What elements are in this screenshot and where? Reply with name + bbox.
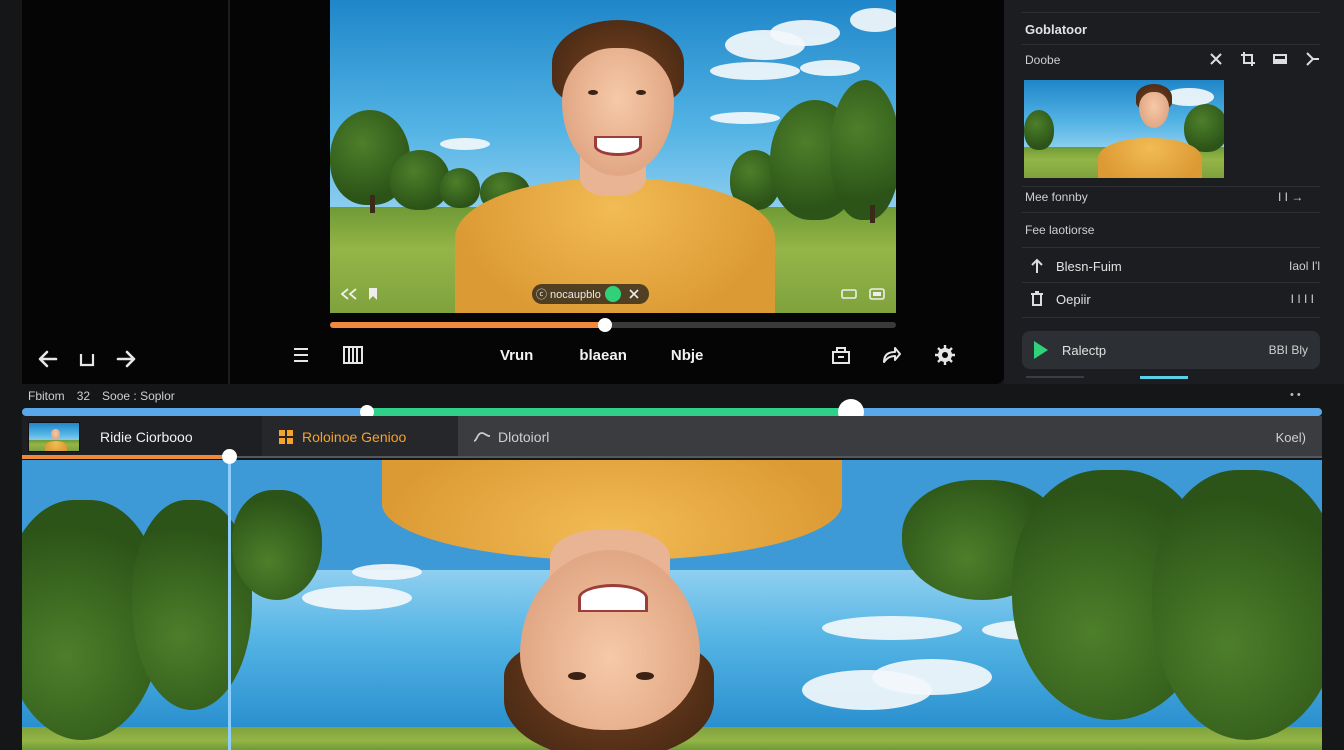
timeline-meta-3: Sooe : Soplor	[102, 389, 175, 403]
caption-toggle[interactable]: ⓒ nocaupblo	[532, 284, 649, 304]
clip-track-thumbnail	[28, 422, 80, 452]
timeline-meta-1: Fbitom	[28, 389, 65, 403]
section-1-label: Mee fonnby	[1025, 190, 1088, 204]
timeline-corner-value: • •	[1290, 389, 1301, 401]
left-empty-pane	[22, 0, 230, 384]
toolbar-label-2[interactable]: blaean	[579, 347, 627, 364]
panel-separator	[1022, 247, 1320, 248]
panel-item-2-label: Oepiir	[1056, 291, 1091, 307]
playhead-handle[interactable]	[222, 449, 237, 464]
close-x-icon[interactable]	[1208, 51, 1224, 67]
panel-item-1[interactable]: Blesn-Fuim Iaol I'l	[1030, 256, 1320, 276]
effect-segment-label: Roloinoe Genioo	[302, 429, 407, 445]
list-icon[interactable]	[288, 342, 314, 368]
timeline-playhead[interactable]	[228, 456, 231, 750]
clip-progress-underline	[22, 455, 230, 459]
panel-row-label: Doobe	[1025, 53, 1061, 67]
panel-item-2[interactable]: Oepiir I I I I	[1030, 289, 1314, 309]
square-bracket-icon[interactable]	[74, 346, 100, 372]
curve-icon	[472, 429, 492, 445]
gear-icon[interactable]	[932, 342, 958, 368]
minimize-icon[interactable]	[840, 285, 858, 303]
panel-header-actions	[1208, 51, 1320, 67]
timeline-selection[interactable]	[366, 408, 852, 416]
timeline-baseline	[230, 456, 1322, 458]
more-icon[interactable]	[625, 285, 643, 303]
panel-item-1-value: Iaol I'l	[1289, 259, 1320, 273]
panel-separator	[1022, 317, 1320, 318]
scroll-thumb[interactable]	[1140, 376, 1188, 379]
clip-thumbnail[interactable]	[1024, 80, 1224, 178]
viewer-toolbar: Vrun blaean Nbje	[288, 340, 958, 370]
toolbar-label-3[interactable]: Nbje	[671, 347, 704, 364]
playback-progress-bar[interactable]	[330, 318, 896, 332]
clip-name: Ridie Ciorbooo	[100, 429, 193, 445]
caption-text: ⓒ nocaupblo	[536, 289, 601, 301]
crop-icon[interactable]	[1240, 51, 1256, 67]
video-preview-frame[interactable]	[330, 0, 896, 313]
arrow-left-icon[interactable]	[34, 346, 60, 372]
expand-icon[interactable]	[1304, 51, 1320, 67]
film-icon[interactable]	[340, 342, 366, 368]
timeline-track-bar: Ridie Ciorbooo Roloinoe Genioo Dlotoiorl…	[22, 416, 1322, 458]
bookmark-icon[interactable]	[364, 285, 382, 303]
transition-segment-value: Koel)	[1275, 429, 1306, 445]
render-button[interactable]: Ralectp BBI Bly	[1022, 331, 1320, 369]
timeline-range-track[interactable]	[22, 399, 1322, 425]
left-transport-controls	[34, 346, 140, 372]
arrow-right-icon[interactable]	[114, 346, 140, 372]
render-value: BBI Bly	[1268, 343, 1308, 357]
scroll-indicator	[1026, 376, 1084, 378]
flipped-video-preview[interactable]	[22, 460, 1322, 750]
section-1-value[interactable]: I I →	[1278, 190, 1303, 204]
rewind-icon[interactable]	[340, 285, 358, 303]
panel-title: Goblatoor	[1025, 22, 1088, 37]
transition-segment[interactable]: Dlotoiorl Koel)	[458, 416, 1322, 458]
export-box-icon[interactable]	[828, 342, 854, 368]
panel-separator	[1022, 44, 1320, 45]
trash-icon	[1030, 291, 1044, 307]
toolbar-label-1[interactable]: Vrun	[500, 347, 533, 364]
grid-icon	[278, 429, 294, 445]
transition-segment-label: Dlotoiorl	[498, 429, 550, 445]
panel-item-1-label: Blesn-Fuim	[1056, 258, 1122, 274]
timeline-meta-2: 32	[76, 389, 91, 403]
panel-item-2-value: I I I I	[1290, 292, 1314, 306]
section-2-label: Fee laotiorse	[1025, 223, 1095, 237]
image-icon[interactable]	[1272, 51, 1288, 67]
panel-separator	[1022, 12, 1320, 13]
share-arrow-icon[interactable]	[878, 342, 904, 368]
panel-separator	[1022, 186, 1320, 187]
video-overlay-controls: ⓒ nocaupblo	[340, 283, 886, 305]
progress-handle[interactable]	[597, 318, 612, 332]
render-label: Ralectp	[1062, 342, 1107, 358]
play-icon	[1034, 341, 1048, 359]
panel-separator	[1022, 282, 1320, 283]
fullscreen-icon[interactable]	[868, 285, 886, 303]
progress-fill	[330, 322, 605, 328]
panel-separator	[1022, 212, 1320, 213]
timeline-meta: Fbitom 32 Sooe : Soplor	[28, 389, 175, 403]
video-scene-image	[330, 0, 896, 313]
record-dot-icon	[604, 286, 621, 302]
arrow-up-icon	[1030, 258, 1044, 274]
effect-segment[interactable]: Roloinoe Genioo	[262, 416, 458, 458]
